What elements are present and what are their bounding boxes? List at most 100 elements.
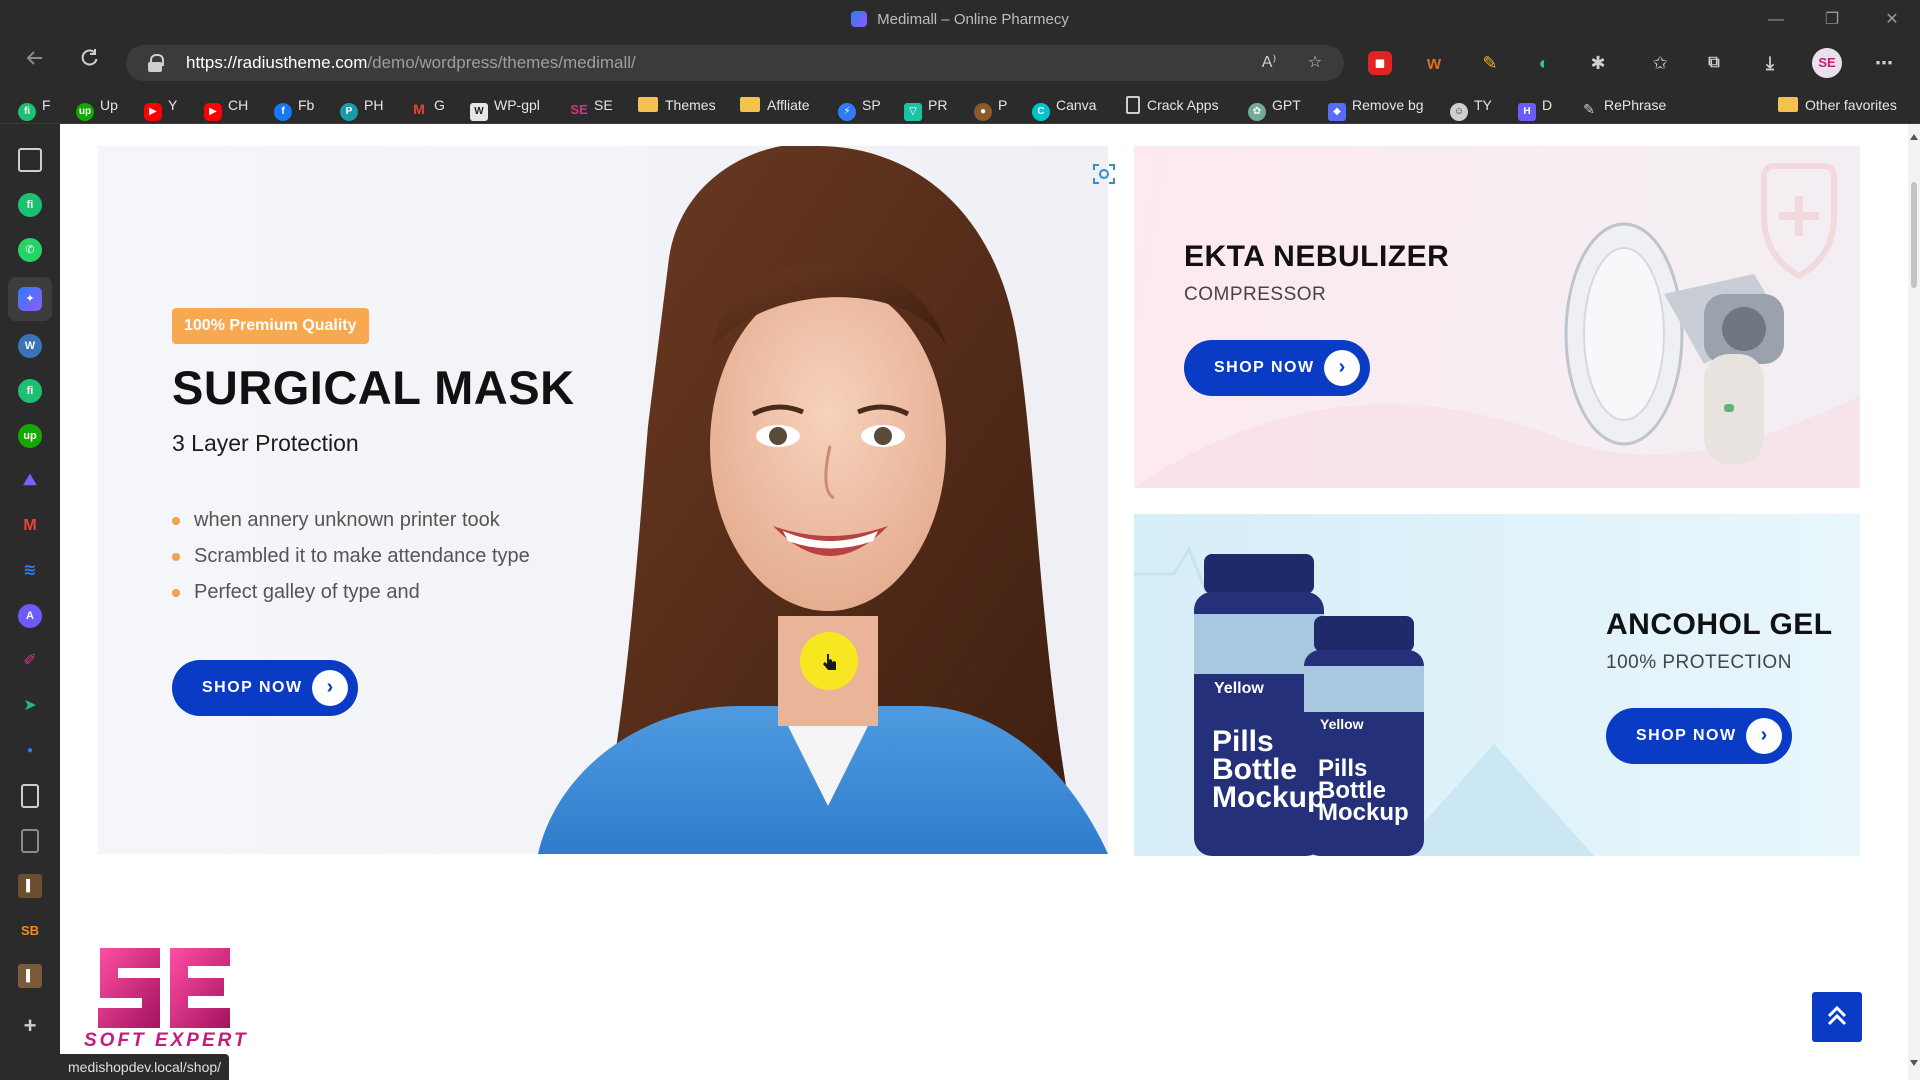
window-titlebar: Medimall – Online Pharmecy — ❐ ✕ [0, 0, 1920, 40]
sidebar-send-icon[interactable]: ➤ [18, 694, 42, 718]
bookmark-gpt[interactable]: ✿ GPT [1248, 95, 1301, 121]
read-aloud-icon[interactable]: A⁾ [1258, 52, 1280, 74]
back-button[interactable] [18, 46, 52, 80]
sidebar-upwork-icon[interactable]: up [18, 424, 42, 448]
youtube-icon: ▶ [204, 103, 222, 121]
hero-shop-now-button[interactable]: SHOP NOW › [172, 660, 358, 716]
tab-actions-icon[interactable] [18, 148, 42, 172]
extension-eye-icon[interactable]: ◐ [1532, 51, 1556, 75]
card-subtitle: 100% PROTECTION [1606, 652, 1792, 673]
bookmark-p[interactable]: ● P [974, 95, 1007, 121]
minimize-button[interactable]: — [1748, 0, 1804, 40]
folder-icon [1778, 97, 1798, 112]
shop-now-label: SHOP NOW [202, 679, 303, 696]
extension-adblock-icon[interactable]: ◼ [1368, 51, 1392, 75]
youtube-icon: ▶ [144, 103, 162, 121]
model-photo [538, 146, 1108, 854]
bookmark-se[interactable]: SE SE [570, 95, 613, 117]
bookmark-d[interactable]: HD [1518, 95, 1552, 121]
sidebar-document-icon[interactable] [21, 784, 39, 808]
page-scrollbar[interactable] [1908, 124, 1920, 1080]
bookmark-ph[interactable]: P PH [340, 95, 383, 121]
gmail-icon: M [413, 101, 425, 117]
wordpress-icon[interactable]: W [18, 334, 42, 358]
sidebar-document-2-icon[interactable] [21, 829, 39, 853]
bookmark-fiverr[interactable]: fi F [18, 95, 51, 121]
close-button[interactable]: ✕ [1864, 0, 1920, 40]
nebulizer-shop-now-button[interactable]: SHOP NOW › [1184, 340, 1370, 396]
document-icon [1126, 96, 1140, 114]
bookmarks-bar: fi F up Up ▶ Y ▶ CH f Fb P PH MG W WP-gpl SE SE … [0, 86, 1920, 124]
sidebar-gmail-icon[interactable]: M [18, 514, 42, 538]
sidebar-add-icon[interactable]: + [18, 1014, 42, 1038]
promo-card-nebulizer: EKTA NEBULIZER COMPRESSOR SHOP NOW › [1134, 146, 1860, 488]
url-text[interactable]: https://radiustheme.com/demo/wordpress/t… [186, 45, 636, 81]
bookmark-remove-bg[interactable]: ◆ Remove bg [1328, 95, 1424, 121]
sidebar-fiverr-icon[interactable]: fi [18, 193, 42, 217]
feature-item: Perfect galley of type and [172, 574, 530, 610]
sp-icon: ⚡ [838, 103, 856, 121]
bottle-brand: Yellow [1214, 680, 1264, 697]
restore-button[interactable]: ❐ [1804, 0, 1860, 40]
extension-w-icon[interactable]: w [1422, 51, 1446, 75]
sidebar-sb-icon[interactable]: SB [18, 919, 42, 943]
bookmark-youtube[interactable]: ▶ Y [144, 95, 177, 121]
bookmark-facebook[interactable]: f Fb [274, 95, 314, 121]
whatsapp-icon[interactable]: ✆ [18, 238, 42, 262]
scrollbar-thumb[interactable] [1911, 182, 1917, 288]
bottle-label-line: Pills [1212, 728, 1274, 758]
bookmark-folder-affliate[interactable]: Affliate [740, 95, 810, 115]
sidebar-mountain-icon[interactable]: ⛰ [18, 469, 42, 493]
bookmark-crack-apps[interactable]: Crack Apps [1126, 95, 1219, 115]
address-bar[interactable]: https://radiustheme.com/demo/wordpress/t… [126, 45, 1344, 81]
sidebar-dot-icon[interactable]: ● [18, 739, 42, 763]
lock-icon [148, 54, 164, 72]
add-favorite-icon[interactable]: ☆ [1304, 52, 1326, 74]
bookmark-youtube-channel[interactable]: ▶ CH [204, 95, 248, 121]
bookmark-label: SE [594, 97, 613, 113]
profile-avatar[interactable]: SE [1812, 48, 1842, 78]
sidebar-book-icon[interactable]: ▌ [18, 874, 42, 898]
window-title-text: Medimall – Online Pharmecy [877, 11, 1069, 28]
scroll-down-arrow-icon[interactable] [1910, 1060, 1918, 1066]
bookmark-gmail[interactable]: MG [410, 95, 445, 117]
extensions-puzzle-icon[interactable]: ✱ [1586, 51, 1610, 75]
chevron-right-icon: › [312, 670, 348, 706]
feature-item: Scrambled it to make attendance type [172, 538, 530, 574]
bookmark-upwork[interactable]: up Up [76, 95, 118, 121]
bookmark-folder-themes[interactable]: Themes [638, 95, 716, 115]
downloads-icon[interactable]: ⤓ [1758, 51, 1782, 75]
refresh-button[interactable] [72, 46, 106, 80]
bookmark-wp-gpl[interactable]: W WP-gpl [470, 95, 540, 121]
collections-icon[interactable]: ⧉ [1702, 51, 1726, 75]
more-menu-icon[interactable]: ⋯ [1872, 51, 1896, 75]
removebg-icon: ◆ [1328, 103, 1346, 121]
bookmark-rephrase[interactable]: ✎ RePhrase [1580, 95, 1666, 117]
sidebar-a-icon[interactable]: A [18, 604, 42, 628]
bookmark-canva[interactable]: C Canva [1032, 95, 1096, 121]
bookmark-label: Remove bg [1352, 97, 1424, 113]
person-icon: ● [974, 103, 992, 121]
scroll-up-arrow-icon[interactable] [1910, 134, 1918, 140]
bookmark-pr[interactable]: ▽ PR [904, 95, 947, 121]
sidebar-medimall-icon[interactable]: ✦ [18, 287, 42, 311]
visual-search-icon[interactable] [1092, 162, 1116, 186]
se-icon: SE [570, 102, 588, 117]
bookmark-label: F [42, 97, 51, 113]
back-to-top-button[interactable] [1812, 992, 1862, 1042]
url-domain: https://radiustheme.com [186, 53, 368, 72]
url-path: /demo/wordpress/themes/medimall/ [367, 53, 636, 72]
sidebar-book-2-icon[interactable]: ▌ [18, 964, 42, 988]
status-bar-url: medishopdev.local/shop/ [60, 1054, 230, 1080]
hero-banner: 100% Premium Quality SURGICAL MASK 3 Lay… [98, 146, 1108, 854]
bookmark-sp[interactable]: ⚡ SP [838, 95, 881, 121]
canva-icon: C [1032, 103, 1050, 121]
alcohol-gel-shop-now-button[interactable]: SHOP NOW › [1606, 708, 1792, 764]
sidebar-pin-icon[interactable]: ✐ [18, 649, 42, 673]
bookmark-other-favorites[interactable]: Other favorites [1778, 95, 1897, 115]
extension-pen-icon[interactable]: ✎ [1478, 51, 1502, 75]
favorites-icon[interactable]: ✩ [1648, 51, 1672, 75]
sidebar-wave-icon[interactable]: ≋ [18, 559, 42, 583]
sidebar-fiverr-2-icon[interactable]: fi [18, 379, 42, 403]
bookmark-ty[interactable]: ☺ TY [1450, 95, 1492, 121]
